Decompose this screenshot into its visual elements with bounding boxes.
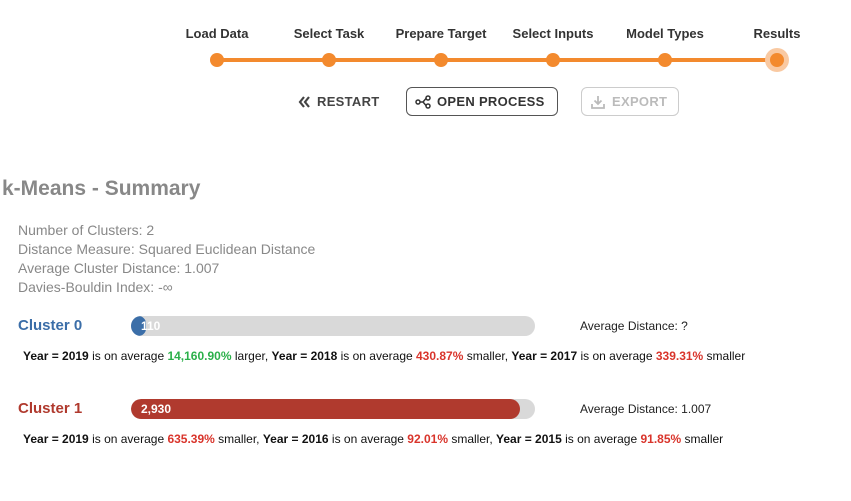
step-dot-model-types[interactable]: [658, 53, 672, 67]
step-label-prepare-target[interactable]: Prepare Target: [396, 26, 487, 41]
step-dot-select-task[interactable]: [322, 53, 336, 67]
fact-percentage: 91.85%: [640, 432, 682, 446]
open-process-label: OPEN PROCESS: [437, 94, 545, 109]
summary-stats: Number of Clusters: 2 Distance Measure: …: [18, 221, 315, 297]
fact-attribute: Year = 2015: [496, 432, 562, 446]
cluster-size-label: 2,930: [141, 402, 172, 416]
fact-percentage: 14,160.90%: [167, 349, 232, 363]
summary-davies-bouldin: Davies-Bouldin Index: -∞: [18, 279, 173, 295]
step-dot-results[interactable]: [765, 48, 789, 72]
cluster-avg-distance: Average Distance: ?: [580, 319, 688, 333]
fact-percentage: 339.31%: [655, 349, 704, 363]
summary-distance-measure: Distance Measure: Squared Euclidean Dist…: [18, 241, 316, 257]
cluster-description: Year = 2019 is on average 14,160.90% lar…: [23, 349, 746, 363]
cluster-size-bar: 2,930: [131, 399, 535, 419]
restart-label: RESTART: [317, 94, 380, 109]
fact-percentage: 92.01%: [407, 432, 448, 446]
step-label-results[interactable]: Results: [754, 26, 801, 41]
cluster-name: Cluster 0: [18, 317, 83, 334]
fact-percentage: 430.87%: [416, 349, 464, 363]
download-icon: [590, 94, 606, 110]
summary-avg-cluster-distance: Average Cluster Distance: 1.007: [18, 260, 220, 276]
fact-percentage: 635.39%: [167, 432, 215, 446]
cluster-description: Year = 2019 is on average 635.39% smalle…: [23, 432, 724, 446]
open-process-button[interactable]: OPEN PROCESS: [406, 87, 558, 116]
fact-attribute: Year = 2016: [262, 432, 329, 446]
fact-attribute: Year = 2019: [23, 432, 89, 446]
cluster-avg-distance: Average Distance: 1.007: [580, 402, 712, 416]
step-dot-prepare-target[interactable]: [434, 53, 448, 67]
cluster-size-label: 110: [141, 319, 161, 333]
step-label-select-inputs[interactable]: Select Inputs: [513, 26, 594, 41]
cluster-size-fill: [131, 399, 520, 419]
fact-attribute: Year = 2017: [511, 349, 578, 363]
double-chevron-left-icon: [297, 95, 311, 109]
process-flow-icon: [415, 94, 431, 109]
export-label: EXPORT: [612, 94, 668, 109]
page-title: k-Means - Summary: [2, 177, 201, 200]
stepper-track: [217, 58, 777, 62]
cluster-size-bar: 110: [131, 316, 535, 336]
step-label-model-types[interactable]: Model Types: [626, 26, 704, 41]
fact-attribute: Year = 2019: [23, 349, 89, 363]
cluster-name: Cluster 1: [18, 400, 83, 417]
step-label-select-task[interactable]: Select Task: [294, 26, 365, 41]
step-dot-select-inputs[interactable]: [546, 53, 560, 67]
step-label-load-data[interactable]: Load Data: [186, 26, 249, 41]
fact-attribute: Year = 2018: [271, 349, 338, 363]
summary-num-clusters: Number of Clusters: 2: [18, 222, 155, 238]
wizard-stepper: Load Data Select Task Prepare Target Sel…: [0, 0, 851, 80]
export-button[interactable]: EXPORT: [581, 87, 679, 116]
restart-button[interactable]: RESTART: [297, 87, 380, 116]
step-dot-load-data[interactable]: [210, 53, 224, 67]
